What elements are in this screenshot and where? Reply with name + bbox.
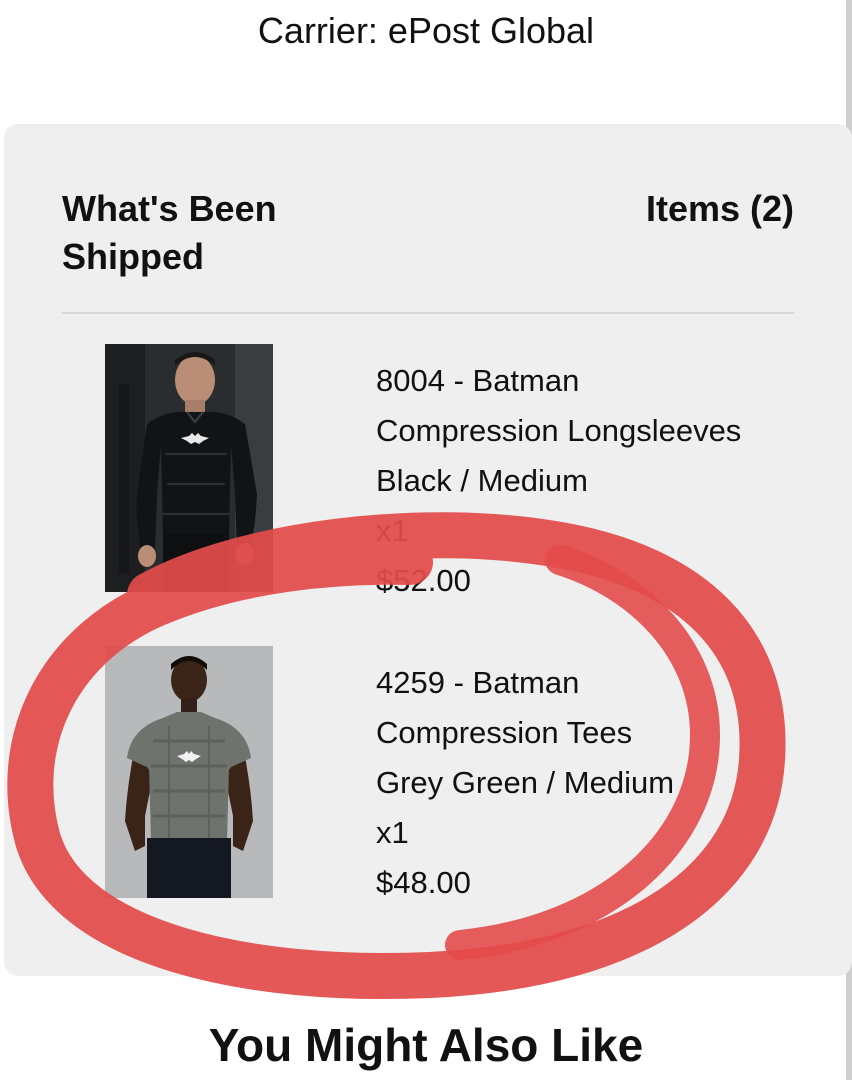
item-quantity: x1 <box>376 513 409 548</box>
item-variant: Grey Green / Medium <box>376 765 675 800</box>
product-image-tee[interactable] <box>105 646 273 898</box>
item-variant: Black / Medium <box>376 463 588 498</box>
divider <box>62 312 794 314</box>
item-quantity: x1 <box>376 815 409 850</box>
carrier-label: Carrier: ePost Global <box>257 10 595 51</box>
shipped-section-title: What's Been Shipped <box>62 188 277 277</box>
item-price: $48.00 <box>376 865 471 900</box>
items-count: Items (2) <box>645 188 794 229</box>
item-price: $52.00 <box>376 563 471 598</box>
item-name-line2: Compression Tees <box>376 715 633 750</box>
order-item-1: 8004 - Batman Compression Longsleeves Bl… <box>376 356 741 606</box>
item-name-line1: 4259 - Batman <box>376 665 580 700</box>
item-name-line1: 8004 - Batman <box>376 363 580 398</box>
item-name-line2: Compression Longsleeves <box>376 413 742 448</box>
order-item-2: 4259 - Batman Compression Tees Grey Gree… <box>376 658 674 908</box>
product-image-longsleeve[interactable] <box>105 344 273 592</box>
recommendations-title: You Might Also Like <box>208 1019 644 1071</box>
